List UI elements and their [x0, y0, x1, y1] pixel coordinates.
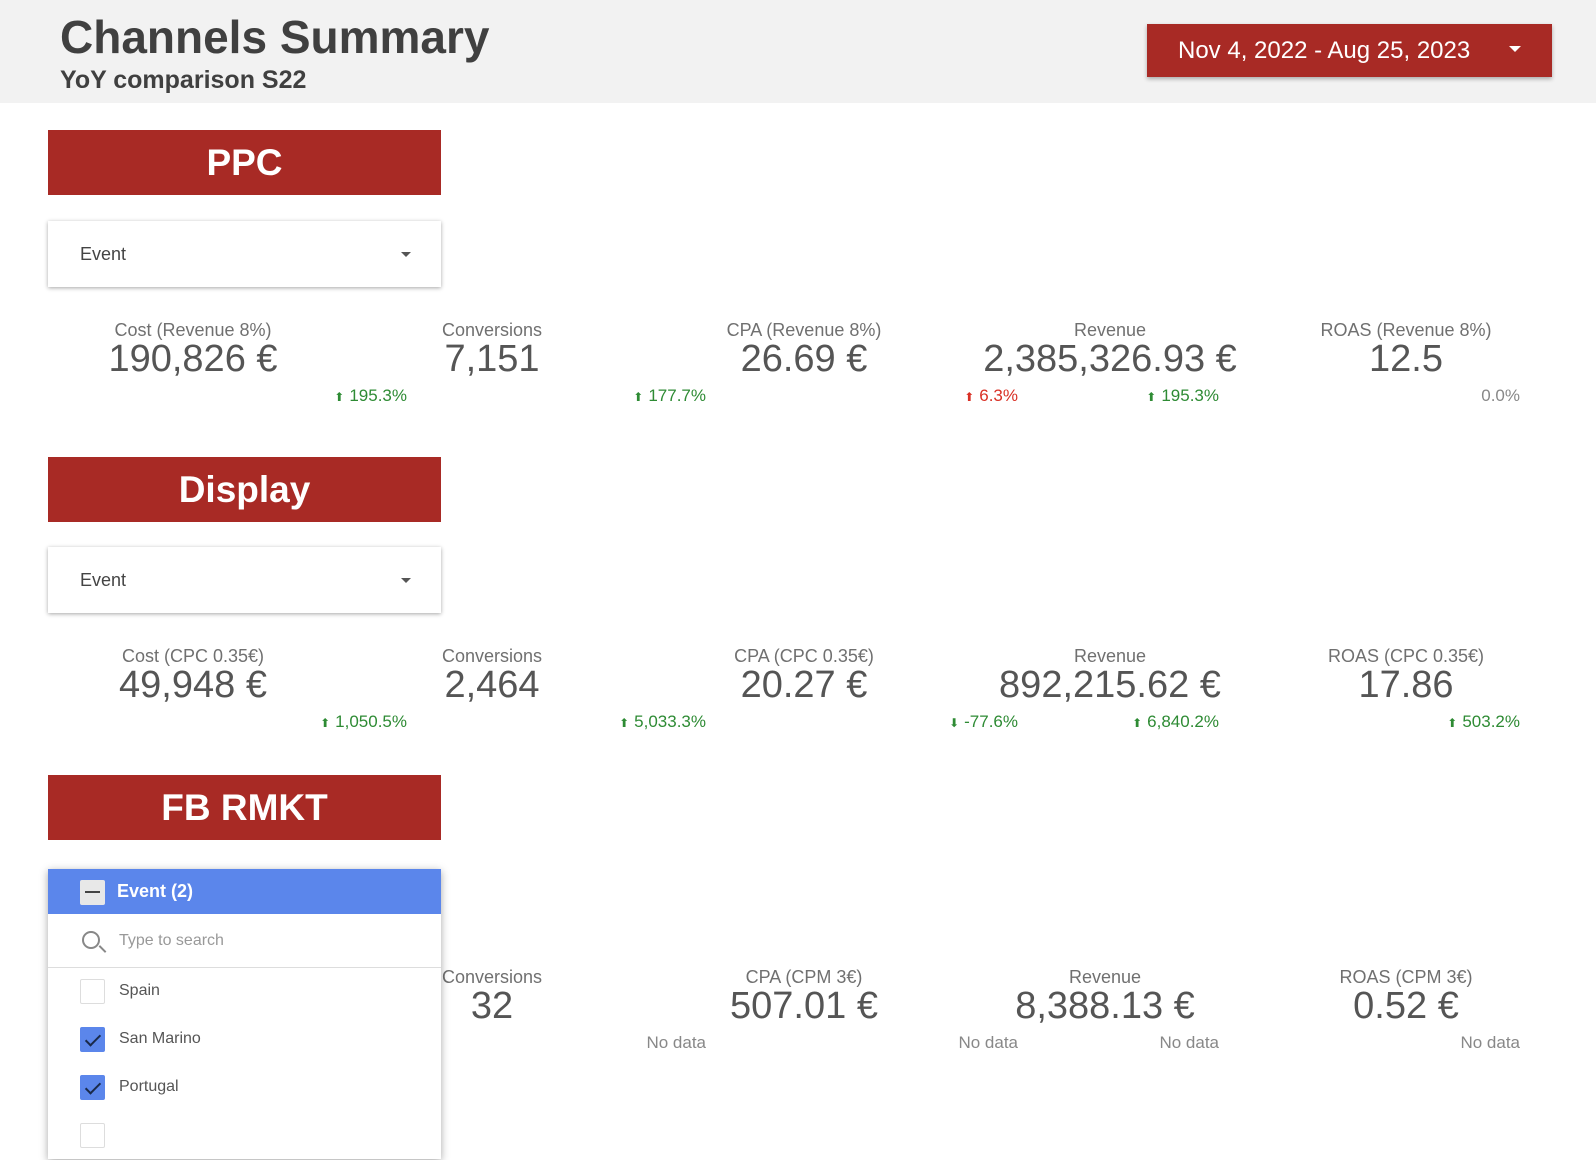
kpi-value: 26.69 € — [740, 338, 868, 380]
kpi-delta: ⬆ 195.3% — [1146, 386, 1219, 405]
section-banner-fb-rmkt: FB RMKT — [48, 775, 441, 840]
kpi-delta: 0.0% — [1481, 386, 1520, 405]
option-next[interactable] — [48, 1112, 441, 1160]
kpi-value: 0.52 € — [1353, 985, 1459, 1027]
chevron-down-icon — [401, 252, 411, 257]
kpi-value: 2,385,326.93 € — [983, 338, 1237, 380]
section-banner-display: Display — [48, 457, 441, 522]
option-checkbox[interactable] — [80, 1123, 105, 1148]
kpi-value: 49,948 € — [119, 664, 267, 706]
chevron-down-icon — [1509, 46, 1521, 52]
arrow-up-icon: ⬆ — [334, 390, 345, 404]
chevron-down-icon — [401, 578, 411, 583]
kpi-value: 17.86 — [1358, 664, 1454, 706]
kpi-delta: ⬆ 6,840.2% — [1132, 712, 1219, 731]
option-portugal[interactable]: Portugal — [48, 1064, 441, 1112]
event-filter-display[interactable]: Event — [48, 547, 441, 613]
kpi-value: 8,388.13 € — [1015, 985, 1195, 1027]
kpi-value: 190,826 € — [108, 338, 278, 380]
arrow-up-icon: ⬆ — [1132, 716, 1143, 730]
option-checkbox[interactable] — [80, 979, 105, 1004]
kpi-delta: No data — [958, 1033, 1018, 1052]
arrow-up-icon: ⬆ — [1447, 716, 1458, 730]
date-range-label: Nov 4, 2022 - Aug 25, 2023 — [1178, 37, 1471, 64]
kpi-value: 7,151 — [444, 338, 540, 380]
arrow-up-icon: ⬆ — [1146, 390, 1157, 404]
option-san-marino[interactable]: San Marino — [48, 1016, 441, 1064]
kpi-delta: No data — [1159, 1033, 1219, 1052]
page-subtitle: YoY comparison S22 — [60, 66, 307, 94]
option-checkbox-checked[interactable] — [80, 1075, 105, 1100]
kpi-delta: ⬆ 503.2% — [1447, 712, 1520, 731]
date-range-picker[interactable]: Nov 4, 2022 - Aug 25, 2023 — [1147, 24, 1552, 77]
option-checkbox-checked[interactable] — [80, 1027, 105, 1052]
kpi-delta: ⬆ 195.3% — [334, 386, 407, 405]
search-placeholder: Type to search — [119, 932, 224, 949]
arrow-up-icon: ⬆ — [964, 390, 975, 404]
event-filter-label: Event — [80, 244, 127, 264]
kpi-value: 20.27 € — [740, 664, 868, 706]
option-label: Portugal — [119, 1078, 179, 1095]
arrow-down-icon: ⬇ — [949, 716, 960, 730]
option-spain[interactable]: Spain — [48, 968, 441, 1016]
option-label: Spain — [119, 982, 160, 999]
kpi-value: 2,464 — [444, 664, 540, 706]
arrow-up-icon: ⬆ — [633, 390, 644, 404]
event-filter-label: Event — [80, 570, 127, 590]
report-header: Channels Summary YoY comparison S22 Nov … — [0, 0, 1596, 103]
kpi-delta: ⬇ -77.6% — [949, 712, 1018, 731]
event-filter-ppc[interactable]: Event — [48, 221, 441, 287]
event-filter-dropdown: Event (2) Type to search Spain San Marin… — [48, 869, 441, 1159]
section-banner-ppc: PPC — [48, 130, 441, 195]
kpi-delta: No data — [1460, 1033, 1520, 1052]
kpi-value: 507.01 € — [730, 985, 878, 1027]
kpi-delta: No data — [646, 1033, 706, 1052]
kpi-value: 12.5 — [1369, 338, 1443, 380]
arrow-up-icon: ⬆ — [619, 716, 630, 730]
kpi-delta: ⬆ 1,050.5% — [320, 712, 407, 731]
arrow-up-icon: ⬆ — [320, 716, 331, 730]
page-title: Channels Summary — [60, 11, 490, 63]
option-label: San Marino — [119, 1030, 201, 1047]
kpi-delta: ⬆ 177.7% — [633, 386, 706, 405]
event-filter-title: Event (2) — [117, 881, 194, 901]
select-all-checkbox[interactable] — [80, 880, 105, 905]
event-filter-header[interactable]: Event (2) — [48, 869, 441, 914]
event-search-field[interactable]: Type to search — [48, 914, 441, 968]
kpi-delta: ⬆ 6.3% — [964, 386, 1018, 405]
search-icon — [82, 931, 100, 949]
kpi-delta: ⬆ 5,033.3% — [619, 712, 706, 731]
kpi-value: 892,215.62 € — [999, 664, 1221, 706]
